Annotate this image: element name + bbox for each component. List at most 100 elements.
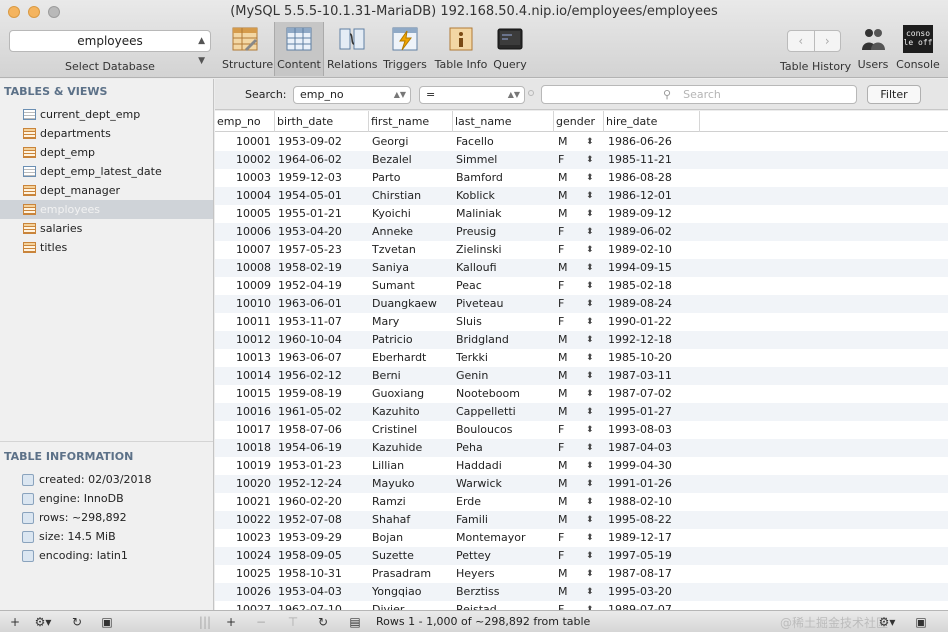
cell-gender[interactable]: M (558, 133, 578, 151)
table-history-nav[interactable]: ‹ › (787, 30, 841, 52)
enum-stepper-icon[interactable]: ⬍ (586, 511, 594, 529)
cell-birth-date[interactable]: 1954-05-01 (278, 187, 368, 205)
table-row[interactable]: 10009 1952-04-19 Sumant Peac F 1985-02-18 ⬍ (215, 277, 948, 295)
duplicate-row-icon[interactable]: ⊤ (282, 613, 304, 631)
cell-hire-date[interactable]: 1987-07-02 (608, 385, 700, 403)
enum-stepper-icon[interactable]: ⬍ (586, 367, 594, 385)
enum-stepper-icon[interactable]: ⬍ (586, 241, 594, 259)
enum-stepper-icon[interactable]: ⬍ (586, 169, 594, 187)
cell-first-name[interactable]: Georgi (372, 133, 452, 151)
cell-emp-no[interactable]: 10022 (215, 511, 271, 529)
cell-birth-date[interactable]: 1952-07-08 (278, 511, 368, 529)
cell-birth-date[interactable]: 1962-07-10 (278, 601, 368, 610)
cell-hire-date[interactable]: 1990-01-22 (608, 313, 700, 331)
table-row[interactable]: 10006 1953-04-20 Anneke Preusig F 1989-06-02 ⬍ (215, 223, 948, 241)
cell-first-name[interactable]: Berni (372, 367, 452, 385)
cell-birth-date[interactable]: 1953-09-29 (278, 529, 368, 547)
enum-stepper-icon[interactable]: ⬍ (586, 151, 594, 169)
column-header-emp-no[interactable]: emp_no (215, 111, 275, 132)
cell-birth-date[interactable]: 1955-01-21 (278, 205, 368, 223)
cell-last-name[interactable]: Maliniak (456, 205, 552, 223)
cell-hire-date[interactable]: 1985-11-21 (608, 151, 700, 169)
cell-hire-date[interactable]: 1986-08-28 (608, 169, 700, 187)
column-header-birth-date[interactable]: birth_date (275, 111, 369, 132)
cell-birth-date[interactable]: 1959-12-03 (278, 169, 368, 187)
cell-first-name[interactable]: Lillian (372, 457, 452, 475)
cell-last-name[interactable]: Montemayor (456, 529, 552, 547)
sidebar-item-current-dept-emp[interactable]: current_dept_emp (0, 105, 213, 124)
cell-gender[interactable]: M (558, 169, 578, 187)
enum-stepper-icon[interactable]: ⬍ (586, 547, 594, 565)
cell-last-name[interactable]: Bamford (456, 169, 552, 187)
cell-gender[interactable]: M (558, 565, 578, 583)
cell-gender[interactable]: F (558, 421, 578, 439)
cell-birth-date[interactable]: 1952-12-24 (278, 475, 368, 493)
sidebar-item-dept-manager[interactable]: dept_manager (0, 181, 213, 200)
enum-stepper-icon[interactable]: ⬍ (586, 529, 594, 547)
cell-emp-no[interactable]: 10017 (215, 421, 271, 439)
table-row[interactable]: 10013 1963-06-07 Eberhardt Terkki M 1985-10-2… (215, 349, 948, 367)
cell-first-name[interactable]: Sumant (372, 277, 452, 295)
cell-first-name[interactable]: Anneke (372, 223, 452, 241)
cell-gender[interactable]: F (558, 439, 578, 457)
enum-stepper-icon[interactable]: ⬍ (586, 493, 594, 511)
enum-stepper-icon[interactable]: ⬍ (586, 565, 594, 583)
filter-button[interactable]: Filter (867, 85, 921, 104)
cell-last-name[interactable]: Peac (456, 277, 552, 295)
cell-birth-date[interactable]: 1958-10-31 (278, 565, 368, 583)
cell-hire-date[interactable]: 1985-02-18 (608, 277, 700, 295)
table-row[interactable]: 10025 1958-10-31 Prasadram Heyers M 1987-08-1… (215, 565, 948, 583)
cell-birth-date[interactable]: 1953-09-02 (278, 133, 368, 151)
enum-stepper-icon[interactable]: ⬍ (586, 475, 594, 493)
cell-gender[interactable]: M (558, 457, 578, 475)
cell-first-name[interactable]: Parto (372, 169, 452, 187)
cell-first-name[interactable]: Guoxiang (372, 385, 452, 403)
table-row[interactable]: 10005 1955-01-21 Kyoichi Maliniak M 1989-09-1… (215, 205, 948, 223)
cell-gender[interactable]: M (558, 259, 578, 277)
cell-emp-no[interactable]: 10008 (215, 259, 271, 277)
cell-hire-date[interactable]: 1995-03-20 (608, 583, 700, 601)
cell-last-name[interactable]: Haddadi (456, 457, 552, 475)
table-row[interactable]: 10015 1959-08-19 Guoxiang Nooteboom M 1987-07… (215, 385, 948, 403)
cell-gender[interactable]: F (558, 547, 578, 565)
table-row[interactable]: 10004 1954-05-01 Chirstian Koblick M 1986-12-… (215, 187, 948, 205)
cell-first-name[interactable]: Eberhardt (372, 349, 452, 367)
refresh-tables-icon[interactable]: ↻ (66, 613, 88, 631)
cell-gender[interactable]: M (558, 385, 578, 403)
add-row-button[interactable]: + (220, 613, 242, 631)
table-row[interactable]: 10014 1956-02-12 Berni Genin M 1987-03-11 ⬍ (215, 367, 948, 385)
cell-hire-date[interactable]: 1989-02-10 (608, 241, 700, 259)
enum-stepper-icon[interactable]: ⬍ (586, 421, 594, 439)
cell-gender[interactable]: F (558, 295, 578, 313)
cell-first-name[interactable]: Divier (372, 601, 452, 610)
cell-hire-date[interactable]: 1997-05-19 (608, 547, 700, 565)
table-row[interactable]: 10017 1958-07-06 Cristinel Bouloucos F 1993-0… (215, 421, 948, 439)
cell-first-name[interactable]: Ramzi (372, 493, 452, 511)
cell-birth-date[interactable]: 1956-02-12 (278, 367, 368, 385)
cell-emp-no[interactable]: 10019 (215, 457, 271, 475)
content-button[interactable]: Content (274, 22, 324, 76)
table-row[interactable]: 10024 1958-09-05 Suzette Pettey F 1997-05-19 ⬍ (215, 547, 948, 565)
cell-emp-no[interactable]: 10007 (215, 241, 271, 259)
cell-first-name[interactable]: Kyoichi (372, 205, 452, 223)
search-input[interactable] (541, 85, 857, 104)
cell-last-name[interactable]: Sluis (456, 313, 552, 331)
content-filter-icon[interactable]: ▣ (910, 613, 932, 631)
table-row[interactable]: 10012 1960-10-04 Patricio Bridgland M 1992-12… (215, 331, 948, 349)
cell-emp-no[interactable]: 10001 (215, 133, 271, 151)
enum-stepper-icon[interactable]: ⬍ (586, 457, 594, 475)
cell-first-name[interactable]: Suzette (372, 547, 452, 565)
cell-hire-date[interactable]: 1985-10-20 (608, 349, 700, 367)
cell-emp-no[interactable]: 10024 (215, 547, 271, 565)
cell-emp-no[interactable]: 10014 (215, 367, 271, 385)
cell-first-name[interactable]: Shahaf (372, 511, 452, 529)
cell-last-name[interactable]: Nooteboom (456, 385, 552, 403)
table-row[interactable]: 10020 1952-12-24 Mayuko Warwick M 1991-01-26 ⬍ (215, 475, 948, 493)
cell-hire-date[interactable]: 1994-09-15 (608, 259, 700, 277)
table-actions-gear-icon[interactable]: ⚙▾ (32, 613, 54, 631)
enum-stepper-icon[interactable]: ⬍ (586, 349, 594, 367)
cell-emp-no[interactable]: 10010 (215, 295, 271, 313)
enum-stepper-icon[interactable]: ⬍ (586, 223, 594, 241)
cell-first-name[interactable]: Prasadram (372, 565, 452, 583)
cell-emp-no[interactable]: 10011 (215, 313, 271, 331)
